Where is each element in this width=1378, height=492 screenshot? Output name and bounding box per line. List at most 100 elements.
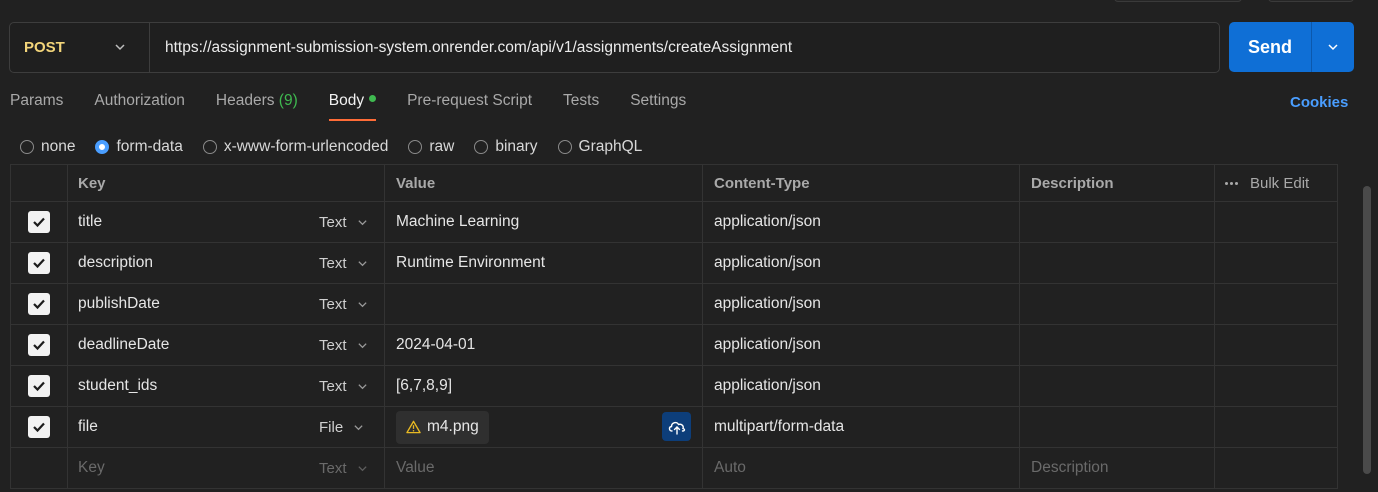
value-input[interactable]: 2024-04-01 <box>385 325 703 365</box>
checkmark-icon <box>33 381 45 392</box>
tab-label: Params <box>10 92 64 109</box>
key-input[interactable]: description <box>68 243 308 283</box>
radio-raw[interactable]: raw <box>408 138 454 156</box>
tab-label: Authorization <box>94 92 185 109</box>
value-input[interactable]: [6,7,8,9] <box>385 366 703 406</box>
send-options-button[interactable] <box>1312 22 1354 72</box>
radio-graphql[interactable]: GraphQL <box>557 138 642 156</box>
description-input[interactable] <box>1020 407 1215 447</box>
type-label: Text <box>319 459 347 477</box>
row-checkbox[interactable] <box>28 293 50 315</box>
radio-circle <box>474 140 489 154</box>
row-checkbox-cell <box>10 325 68 365</box>
row-checkbox[interactable] <box>28 211 50 233</box>
form-data-table: Key Value Content-Type Description Bulk … <box>10 164 1338 489</box>
file-chip[interactable]: m4.png <box>396 410 489 444</box>
tab-authorization[interactable]: Authorization <box>94 92 184 122</box>
row-checkbox[interactable] <box>28 334 50 356</box>
checkmark-icon <box>33 258 45 269</box>
request-bar: POST https://assignment-submission-syste… <box>9 22 1220 73</box>
type-label: Text <box>319 336 347 354</box>
radio-circle <box>408 140 423 154</box>
content-type-input[interactable]: application/json <box>703 202 1020 242</box>
table-row: description Text Runtime Environment app… <box>10 243 1338 284</box>
type-select[interactable]: Text <box>308 202 385 242</box>
type-select[interactable]: Text <box>308 366 385 406</box>
radio-circle <box>95 140 110 154</box>
tab-headers[interactable]: Headers (9) <box>216 92 298 122</box>
content-type-input[interactable]: multipart/form-data <box>703 407 1020 447</box>
key-input[interactable]: file <box>68 407 308 447</box>
top-toolbar-button[interactable] <box>1114 0 1242 2</box>
checkmark-icon <box>33 217 45 228</box>
radio-binary[interactable]: binary <box>474 138 538 156</box>
value-input[interactable] <box>385 284 703 324</box>
radio-x-www-form-urlencoded[interactable]: x-www-form-urlencoded <box>202 138 388 156</box>
more-options-icon[interactable] <box>1225 181 1238 185</box>
type-select[interactable]: Text <box>308 284 385 324</box>
value-input[interactable]: Machine Learning <box>385 202 703 242</box>
row-checkbox[interactable] <box>28 252 50 274</box>
new-type-select[interactable]: Text <box>308 448 385 488</box>
type-select[interactable]: File <box>308 407 385 447</box>
radio-form-data[interactable]: form-data <box>95 138 183 156</box>
new-description-input[interactable]: Description <box>1020 448 1215 488</box>
tab-settings[interactable]: Settings <box>630 92 686 122</box>
url-input[interactable]: https://assignment-submission-system.onr… <box>150 39 1219 57</box>
content-type-input[interactable]: application/json <box>703 243 1020 283</box>
cloud-upload-icon <box>668 421 685 435</box>
vertical-scrollbar[interactable] <box>1363 186 1371 474</box>
key-input[interactable]: student_ids <box>68 366 308 406</box>
file-value-cell: m4.png <box>385 407 703 447</box>
checkmark-icon <box>33 340 45 351</box>
description-input[interactable] <box>1020 284 1215 324</box>
bulk-cell <box>1215 202 1338 242</box>
description-input[interactable] <box>1020 243 1215 283</box>
row-checkbox-cell <box>10 366 68 406</box>
content-type-input[interactable]: application/json <box>703 366 1020 406</box>
key-input[interactable]: deadlineDate <box>68 325 308 365</box>
table-row: student_ids Text [6,7,8,9] application/j… <box>10 366 1338 407</box>
chevron-down-icon <box>354 424 363 430</box>
type-select[interactable]: Text <box>308 243 385 283</box>
chevron-down-icon <box>357 342 367 348</box>
tab-params[interactable]: Params <box>10 92 63 122</box>
bulk-edit-button[interactable]: Bulk Edit <box>1215 165 1338 201</box>
send-button-group: Send <box>1229 22 1354 72</box>
description-input[interactable] <box>1020 325 1215 365</box>
table-header-row: Key Value Content-Type Description Bulk … <box>10 164 1338 202</box>
chevron-down-icon <box>357 383 367 389</box>
new-key-input[interactable]: Key <box>68 448 308 488</box>
row-checkbox[interactable] <box>28 416 50 438</box>
table-row: deadlineDate Text 2024-04-01 application… <box>10 325 1338 366</box>
top-toolbar-button[interactable] <box>1268 0 1354 2</box>
new-content-type-input[interactable]: Auto <box>703 448 1020 488</box>
bulk-cell <box>1215 407 1338 447</box>
content-type-input[interactable]: application/json <box>703 284 1020 324</box>
cookies-link[interactable]: Cookies <box>1290 94 1348 111</box>
value-input[interactable]: Runtime Environment <box>385 243 703 283</box>
radio-circle <box>20 140 34 154</box>
type-select[interactable]: Text <box>308 325 385 365</box>
key-input[interactable]: title <box>68 202 308 242</box>
tab-tests[interactable]: Tests <box>563 92 599 122</box>
tab-label: Pre-request Script <box>407 92 533 109</box>
upload-file-button[interactable] <box>662 412 691 441</box>
header-content-type: Content-Type <box>703 165 1020 201</box>
radio-label: binary <box>495 138 538 155</box>
tab-body[interactable]: Body <box>328 92 377 122</box>
description-input[interactable] <box>1020 366 1215 406</box>
key-input[interactable]: publishDate <box>68 284 308 324</box>
content-type-input[interactable]: application/json <box>703 325 1020 365</box>
tab-pre-request-script[interactable]: Pre-request Script <box>407 92 532 122</box>
new-value-input[interactable]: Value <box>385 448 703 488</box>
description-input[interactable] <box>1020 202 1215 242</box>
type-label: Text <box>319 254 347 272</box>
chevron-down-icon <box>115 44 125 51</box>
header-key: Key <box>68 165 385 201</box>
row-checkbox[interactable] <box>28 375 50 397</box>
method-select[interactable]: POST <box>10 23 150 72</box>
send-button[interactable]: Send <box>1229 22 1312 72</box>
new-param-row: Key Text Value Auto Description <box>10 448 1338 489</box>
radio-none[interactable]: none <box>20 138 75 156</box>
